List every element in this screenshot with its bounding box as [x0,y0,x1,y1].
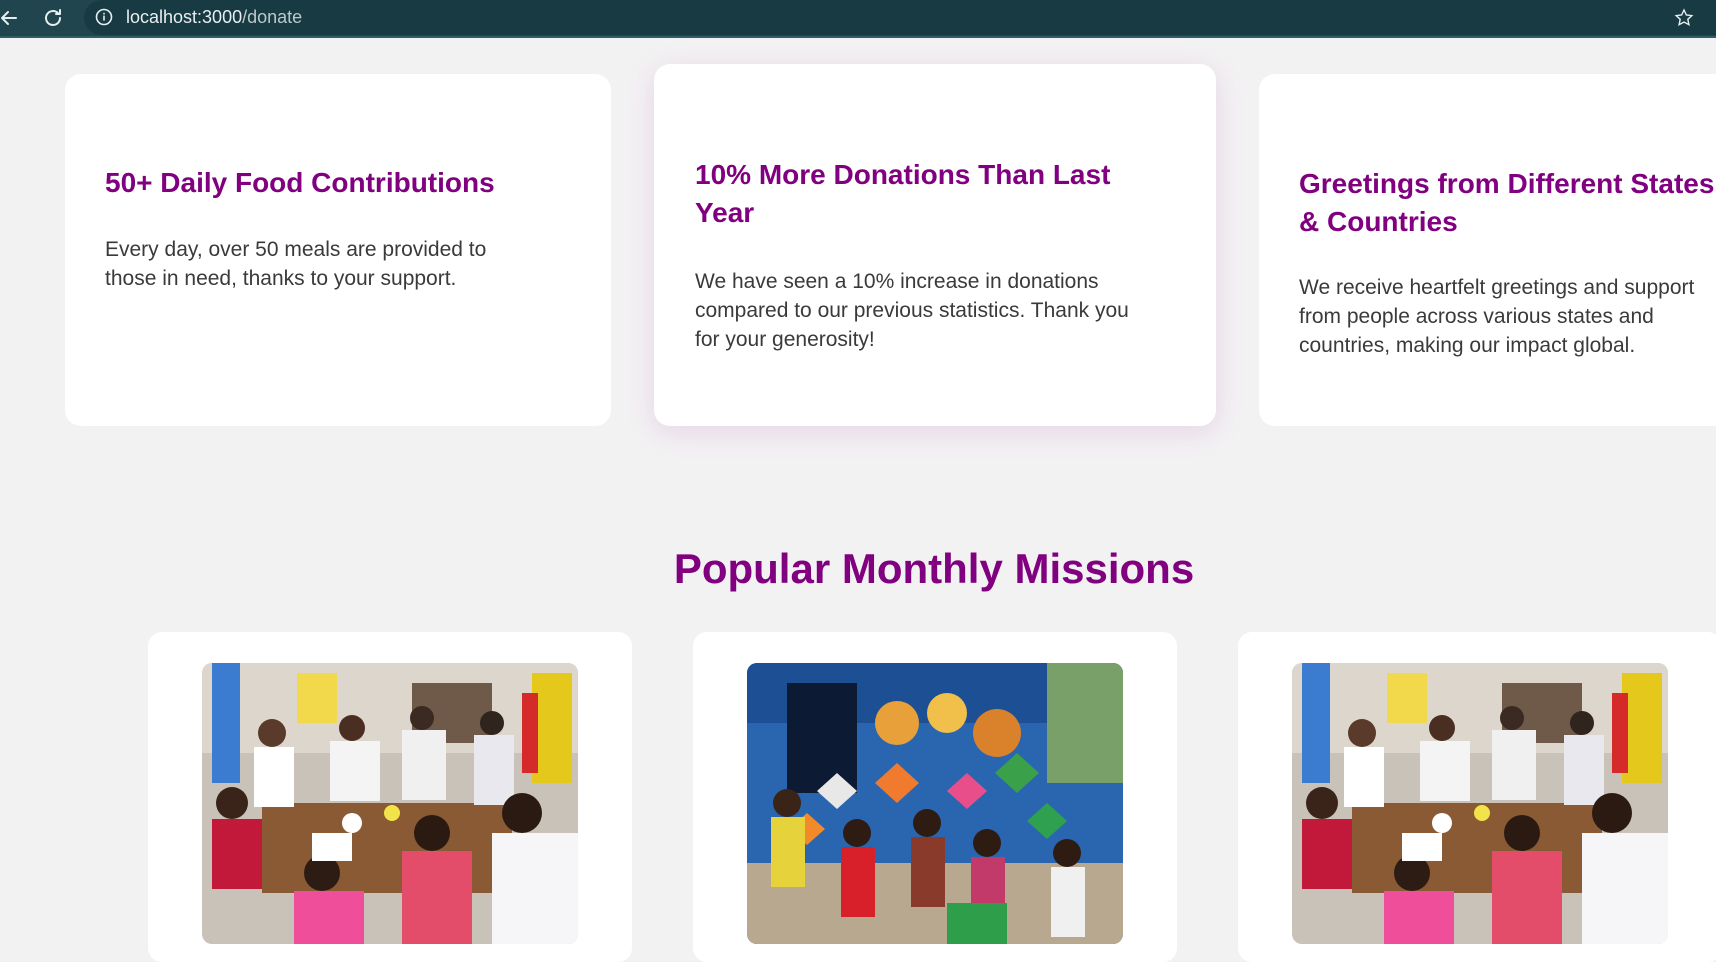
back-arrow-icon[interactable] [0,3,24,33]
site-info-icon[interactable] [94,7,114,27]
mission-photo [747,663,1123,944]
mission-card[interactable] [693,632,1177,962]
stat-description: We have seen a 10% increase in donations… [695,270,1129,351]
bookmark-star-icon[interactable] [1674,8,1694,28]
browser-toolbar: localhost:3000/donate [0,0,1716,38]
stat-title: 10% More Donations Than Last Year [695,159,1111,228]
stat-title: Greetings from Different States & Countr… [1299,168,1715,237]
stat-card-food: 50+ Daily Food Contributions Every day, … [65,74,611,426]
mission-card[interactable] [148,632,632,962]
section-title: Popular Monthly Missions [673,545,1195,592]
stat-description: We receive heartfelt greetings and suppo… [1299,276,1695,357]
url-path: /donate [242,7,303,27]
mission-photo [202,663,578,944]
stat-card-greetings: Greetings from Different States & Countr… [1259,74,1716,426]
url-host: localhost:3000 [126,7,243,27]
address-bar[interactable]: localhost:3000/donate [84,0,1716,35]
stat-description: Every day, over 50 meals are provided to… [105,238,487,290]
mission-photo [1292,663,1668,944]
mission-card[interactable] [1238,632,1716,962]
reload-icon[interactable] [38,3,68,33]
stat-card-donations: 10% More Donations Than Last Year We hav… [654,64,1216,426]
stat-title: 50+ Daily Food Contributions [105,167,495,198]
url-text[interactable]: localhost:3000/donate [126,5,302,29]
